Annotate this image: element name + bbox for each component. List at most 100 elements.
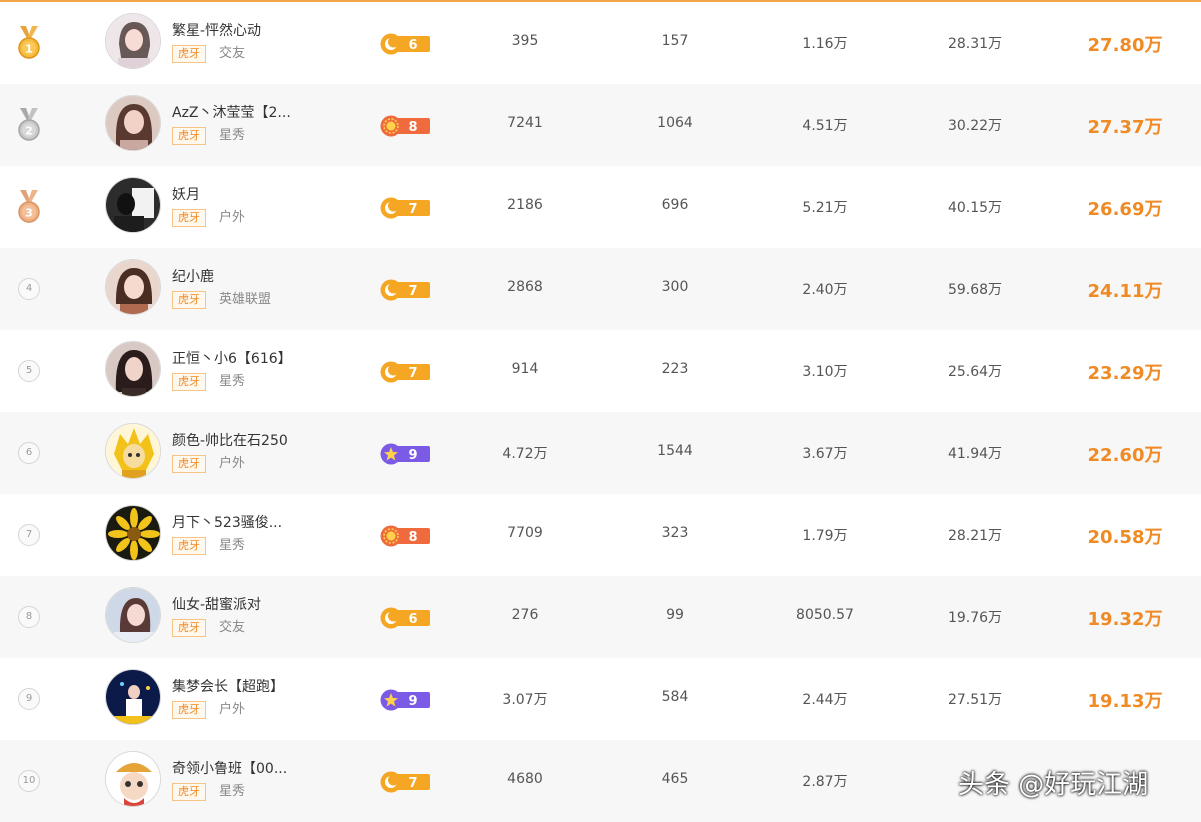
streamer-name[interactable]: 繁星-怦然心动 bbox=[172, 20, 261, 40]
stat-cell: 7709 bbox=[507, 525, 543, 541]
stat-cell: 30.22万 bbox=[947, 118, 1003, 134]
category-label: 星秀 bbox=[219, 538, 246, 553]
streamer-name[interactable]: 仙女-甜蜜派对 bbox=[172, 594, 261, 614]
stat-cell: 300 bbox=[661, 279, 689, 295]
score-value: 22.60万 bbox=[1087, 445, 1163, 466]
score-value: 23.29万 bbox=[1087, 363, 1163, 384]
level-badge: 7 bbox=[380, 197, 430, 219]
stat-cell: 1064 bbox=[657, 115, 693, 131]
bronze-medal-icon: 3 bbox=[18, 190, 40, 223]
stat-cell: 4.51万 bbox=[802, 118, 848, 134]
score-value: 19.13万 bbox=[1087, 691, 1163, 712]
svg-text:2: 2 bbox=[25, 125, 33, 138]
platform-tag: 虎牙 bbox=[172, 127, 206, 145]
stat-cell: 25.64万 bbox=[947, 364, 1003, 380]
stat-cell: 3.07万 bbox=[502, 692, 548, 708]
rank-number: 10 bbox=[18, 770, 40, 792]
level-badge: 7 bbox=[380, 771, 430, 793]
table-row[interactable]: 3 妖月 虎牙 户外 7 2186 696 5.21万 40.15万 26.69… bbox=[0, 166, 1201, 248]
streamer-name[interactable]: 月下丶523骚俊... bbox=[172, 512, 282, 532]
rank-number: 4 bbox=[18, 278, 40, 300]
avatar[interactable] bbox=[105, 505, 161, 561]
stat-cell: 914 bbox=[511, 361, 539, 377]
score-value: 24.11万 bbox=[1087, 281, 1163, 302]
avatar[interactable] bbox=[105, 259, 161, 315]
level-badge: 7 bbox=[380, 361, 430, 383]
svg-text:7: 7 bbox=[408, 776, 417, 791]
ranking-table: 1 繁星-怦然心动 虎牙 交友 6 395 157 1.16万 28.31万 2… bbox=[0, 2, 1201, 822]
platform-tag: 虎牙 bbox=[172, 45, 206, 63]
table-row[interactable]: 2 AzZ丶沐莹莹【2... 虎牙 星秀 8 7241 1064 4.51万 3… bbox=[0, 84, 1201, 166]
table-row[interactable]: 8 仙女-甜蜜派对 虎牙 交友 6 276 99 8050.57 19.76万 … bbox=[0, 576, 1201, 658]
category-label: 户外 bbox=[219, 456, 246, 471]
rank-number: 7 bbox=[18, 524, 40, 546]
stat-cell: 8050.57 bbox=[796, 607, 854, 623]
stat-cell: 276 bbox=[511, 607, 539, 623]
stat-cell: 157 bbox=[661, 33, 689, 49]
category-label: 交友 bbox=[219, 620, 246, 635]
stat-cell: 2.40万 bbox=[802, 282, 848, 298]
platform-tag: 虎牙 bbox=[172, 619, 206, 637]
avatar[interactable] bbox=[105, 669, 161, 725]
stat-cell: 2.44万 bbox=[802, 692, 848, 708]
category-label: 交友 bbox=[219, 46, 246, 61]
svg-text:7: 7 bbox=[408, 366, 417, 381]
avatar[interactable] bbox=[105, 587, 161, 643]
category-label: 星秀 bbox=[219, 784, 246, 799]
avatar[interactable] bbox=[105, 13, 161, 69]
stat-cell: 584 bbox=[661, 689, 689, 705]
svg-text:8: 8 bbox=[408, 530, 417, 545]
stat-cell: 2868 bbox=[507, 279, 543, 295]
streamer-name[interactable]: 颜色-帅比在石250 bbox=[172, 430, 288, 450]
level-badge: 9 bbox=[380, 443, 430, 465]
platform-tag: 虎牙 bbox=[172, 537, 206, 555]
score-value: 26.69万 bbox=[1087, 199, 1163, 220]
svg-text:9: 9 bbox=[408, 448, 417, 463]
avatar[interactable] bbox=[105, 95, 161, 151]
table-row[interactable]: 1 繁星-怦然心动 虎牙 交友 6 395 157 1.16万 28.31万 2… bbox=[0, 2, 1201, 84]
platform-tag: 虎牙 bbox=[172, 783, 206, 801]
svg-text:6: 6 bbox=[408, 612, 417, 627]
level-badge: 6 bbox=[380, 33, 430, 55]
score-value: 20.58万 bbox=[1087, 527, 1163, 548]
svg-text:7: 7 bbox=[408, 202, 417, 217]
stat-cell: 2186 bbox=[507, 197, 543, 213]
stat-cell: 4.72万 bbox=[502, 446, 548, 462]
svg-text:9: 9 bbox=[408, 694, 417, 709]
table-row[interactable]: 9 集梦会长【超跑】 虎牙 户外 9 3.07万 584 2.44万 27.51… bbox=[0, 658, 1201, 740]
stat-cell: 28.31万 bbox=[947, 36, 1003, 52]
streamer-name[interactable]: 集梦会长【超跑】 bbox=[172, 676, 284, 696]
table-row[interactable]: 6 颜色-帅比在石250 虎牙 户外 9 4.72万 1544 3.67万 41… bbox=[0, 412, 1201, 494]
streamer-name[interactable]: 纪小鹿 bbox=[172, 266, 214, 286]
stat-cell: 223 bbox=[661, 361, 689, 377]
score-value: 27.80万 bbox=[1087, 35, 1163, 56]
score-value: 19.32万 bbox=[1087, 609, 1163, 630]
svg-text:6: 6 bbox=[408, 38, 417, 53]
streamer-name[interactable]: AzZ丶沐莹莹【2... bbox=[172, 102, 291, 122]
platform-tag: 虎牙 bbox=[172, 209, 206, 227]
stat-cell: 59.68万 bbox=[947, 282, 1003, 298]
table-row[interactable]: 4 纪小鹿 虎牙 英雄联盟 7 2868 300 2.40万 59.68万 24… bbox=[0, 248, 1201, 330]
stat-cell: 27.51万 bbox=[947, 692, 1003, 708]
gold-medal-icon: 1 bbox=[18, 26, 40, 59]
stat-cell: 323 bbox=[661, 525, 689, 541]
streamer-name[interactable]: 妖月 bbox=[172, 184, 200, 204]
stat-cell: 19.76万 bbox=[947, 610, 1003, 626]
table-row[interactable]: 5 正恒丶小6【616】 虎牙 星秀 7 914 223 3.10万 25.64… bbox=[0, 330, 1201, 412]
avatar[interactable] bbox=[105, 341, 161, 397]
score-value: 27.37万 bbox=[1087, 117, 1163, 138]
stat-cell: 4680 bbox=[507, 771, 543, 787]
streamer-name[interactable]: 正恒丶小6【616】 bbox=[172, 348, 292, 368]
stat-cell: 2.87万 bbox=[802, 774, 848, 790]
rank-number: 6 bbox=[18, 442, 40, 464]
avatar[interactable] bbox=[105, 177, 161, 233]
avatar[interactable] bbox=[105, 423, 161, 479]
level-badge: 7 bbox=[380, 279, 430, 301]
table-row[interactable]: 7 月下丶523骚俊... 虎牙 星秀 8 7709 323 1.79万 28.… bbox=[0, 494, 1201, 576]
avatar[interactable] bbox=[105, 751, 161, 807]
platform-tag: 虎牙 bbox=[172, 291, 206, 309]
streamer-name[interactable]: 奇领小鲁班【00... bbox=[172, 758, 287, 778]
platform-tag: 虎牙 bbox=[172, 701, 206, 719]
svg-text:3: 3 bbox=[25, 207, 33, 220]
stat-cell: 3.67万 bbox=[802, 446, 848, 462]
